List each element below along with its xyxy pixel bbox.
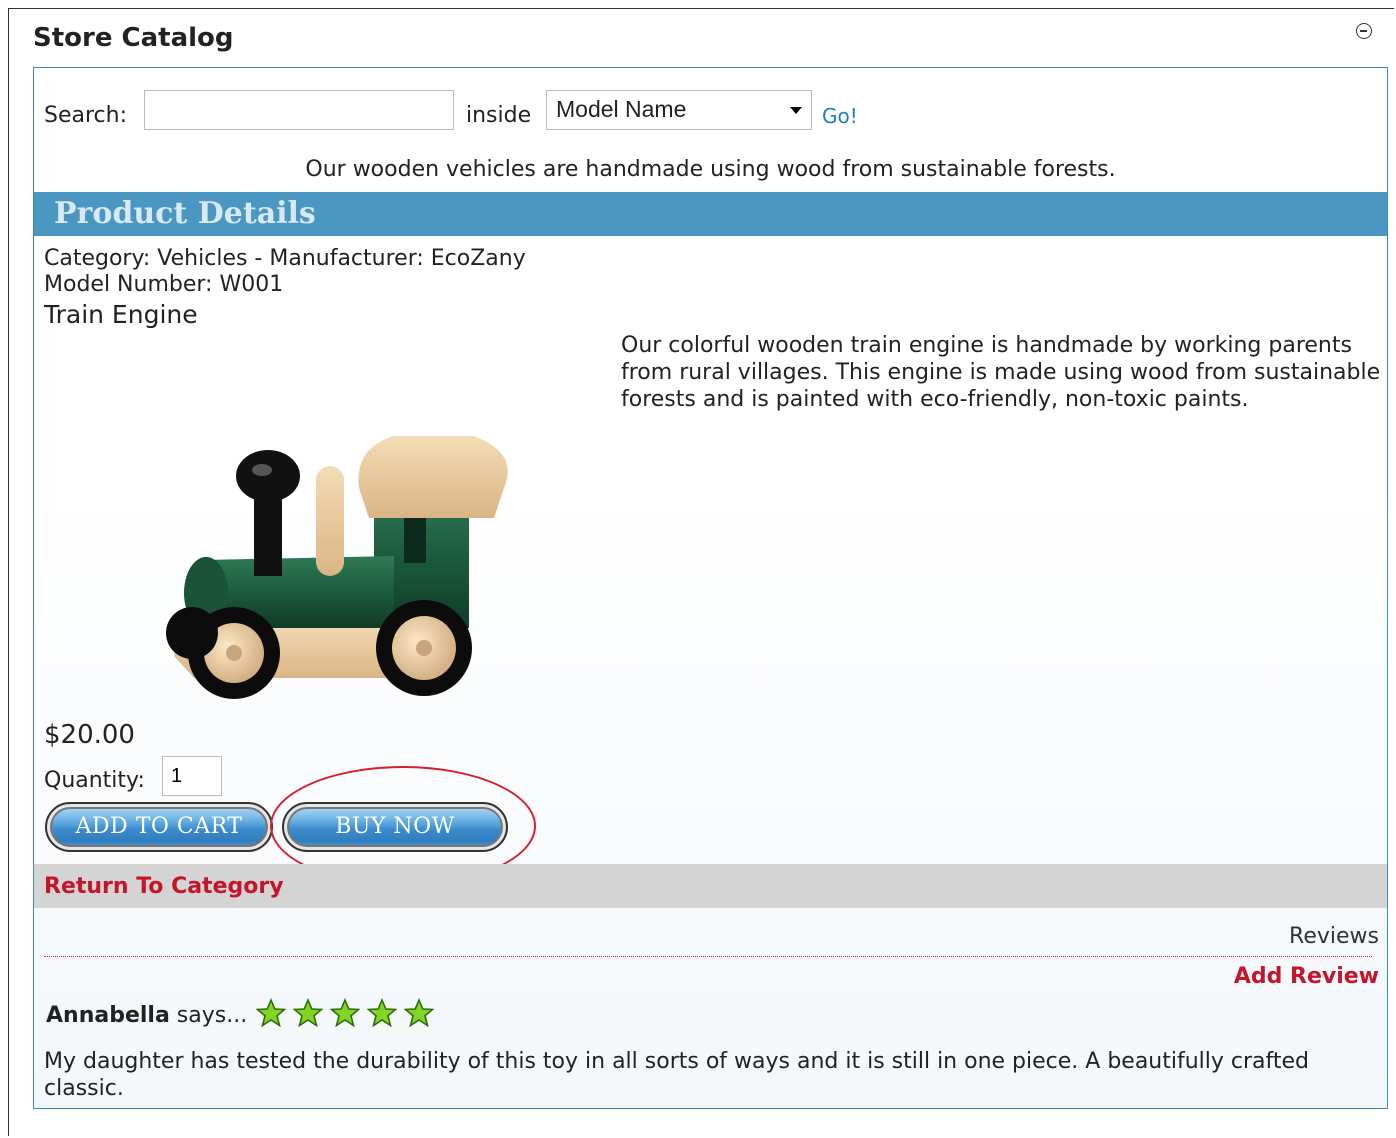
reviews-divider (44, 956, 1372, 957)
module-title: Store Catalog (33, 23, 234, 53)
search-bar: Search: inside Model Name Go! (34, 68, 1387, 149)
section-title: Product Details (54, 196, 316, 231)
review-rating (256, 998, 435, 1034)
quantity-label: Quantity: (44, 768, 145, 793)
train-engine-image (166, 436, 508, 699)
product-price: $20.00 (44, 720, 135, 750)
dropdown-arrow-icon (790, 107, 802, 114)
product-image (134, 378, 594, 718)
search-label: Search: (44, 103, 127, 128)
search-field-select[interactable]: Model Name (546, 90, 812, 130)
review-says: says... (169, 1003, 248, 1028)
return-to-category-link[interactable]: Return To Category (44, 874, 284, 899)
reviewer-name: Annabella (46, 1003, 170, 1028)
review-body: My daughter has tested the durability of… (44, 1049, 1310, 1101)
search-field-value: Model Name (556, 96, 687, 122)
product-description: Our colorful wooden train engine is hand… (621, 333, 1381, 412)
inside-label: inside (466, 103, 532, 128)
add-review-link[interactable]: Add Review (1234, 964, 1379, 989)
quantity-input[interactable] (162, 756, 222, 796)
go-button[interactable]: Go! (822, 104, 858, 128)
category-manufacturer: Category: Vehicles - Manufacturer: EcoZa… (44, 246, 526, 271)
star-icon (404, 998, 435, 1028)
catalog-intro-text: Our wooden vehicles are handmade using w… (34, 148, 1387, 192)
search-input[interactable] (144, 90, 454, 130)
add-to-cart-button[interactable]: ADD TO CART (45, 802, 273, 852)
review-header: Annabella says... (46, 998, 435, 1034)
buy-now-button[interactable]: BUY NOW (282, 802, 508, 852)
reviews-heading: Reviews (1289, 924, 1379, 949)
collapse-icon[interactable] (1356, 23, 1372, 39)
star-icon (367, 998, 398, 1028)
star-icon (256, 998, 287, 1028)
module-container: Store Catalog Search: inside Model Name … (8, 8, 1394, 1136)
star-icon (330, 998, 361, 1028)
catalog-panel: Search: inside Model Name Go! Our wooden… (33, 67, 1388, 1109)
product-details-header: Product Details (34, 192, 1387, 236)
star-icon (293, 998, 324, 1028)
model-number: Model Number: W001 (44, 272, 284, 297)
product-name: Train Engine (44, 300, 198, 329)
product-meta: Category: Vehicles - Manufacturer: EcoZa… (44, 246, 526, 298)
